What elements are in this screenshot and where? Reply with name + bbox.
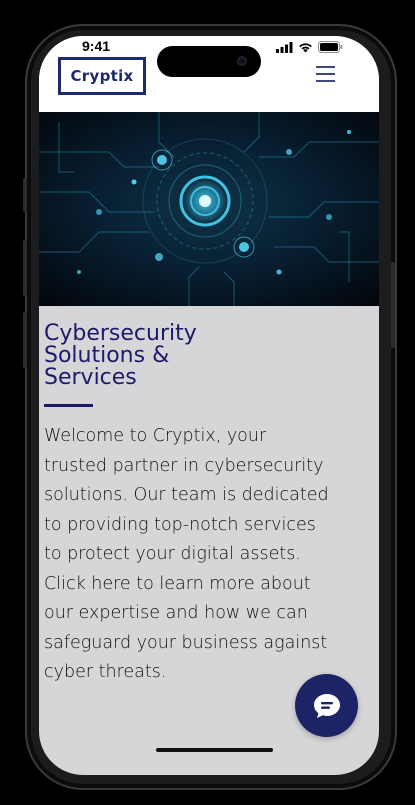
brand-logo[interactable]: Cryptix bbox=[58, 57, 146, 95]
hero-image bbox=[39, 112, 379, 306]
hamburger-menu-icon[interactable] bbox=[316, 64, 338, 84]
dynamic-island bbox=[157, 46, 261, 77]
paragraph-line: Welcome to Cryptix, your bbox=[44, 426, 267, 446]
volume-up-button bbox=[23, 240, 27, 296]
paragraph-line: to providing top-notch services bbox=[44, 514, 316, 535]
paragraph-line: trusted partner in cybersecurity bbox=[44, 455, 324, 476]
title-line: Services bbox=[44, 365, 137, 390]
power-button bbox=[391, 262, 395, 348]
paragraph-line: solutions. Our team is dedicated bbox=[44, 485, 329, 505]
page-title: Cybersecurity Solutions & Services bbox=[44, 323, 244, 389]
chat-bubble-icon bbox=[313, 693, 340, 718]
home-indicator[interactable] bbox=[156, 748, 273, 752]
title-line: Solutions & bbox=[44, 343, 170, 368]
phone-screen: 9:41 Cryptix Cybersecurity Solutions & S… bbox=[39, 36, 379, 775]
paragraph-line: our expertise and how we can bbox=[44, 603, 308, 623]
paragraph-line: safeguard your business against bbox=[44, 632, 328, 653]
battery-icon bbox=[318, 41, 343, 53]
title-line: Cybersecurity bbox=[44, 321, 197, 346]
menu-line bbox=[316, 66, 335, 68]
front-camera bbox=[237, 56, 247, 66]
action-button bbox=[23, 178, 27, 212]
wifi-icon bbox=[299, 42, 312, 52]
status-time: 9:41 bbox=[82, 38, 111, 54]
paragraph-line-link[interactable]: Click here to learn more about bbox=[44, 570, 349, 600]
volume-down-button bbox=[23, 312, 27, 368]
paragraph-line: to protect your digital assets. bbox=[44, 544, 301, 564]
status-icons bbox=[276, 41, 343, 53]
menu-line bbox=[316, 80, 335, 82]
chat-button[interactable] bbox=[295, 674, 358, 737]
menu-line bbox=[316, 73, 335, 75]
cellular-signal-icon bbox=[276, 41, 293, 53]
cybersecurity-digital-circuit-image bbox=[39, 112, 379, 306]
title-underline bbox=[44, 404, 93, 407]
intro-paragraph: Welcome to Cryptix, your trusted partner… bbox=[44, 422, 349, 688]
header: 9:41 Cryptix bbox=[39, 36, 379, 112]
